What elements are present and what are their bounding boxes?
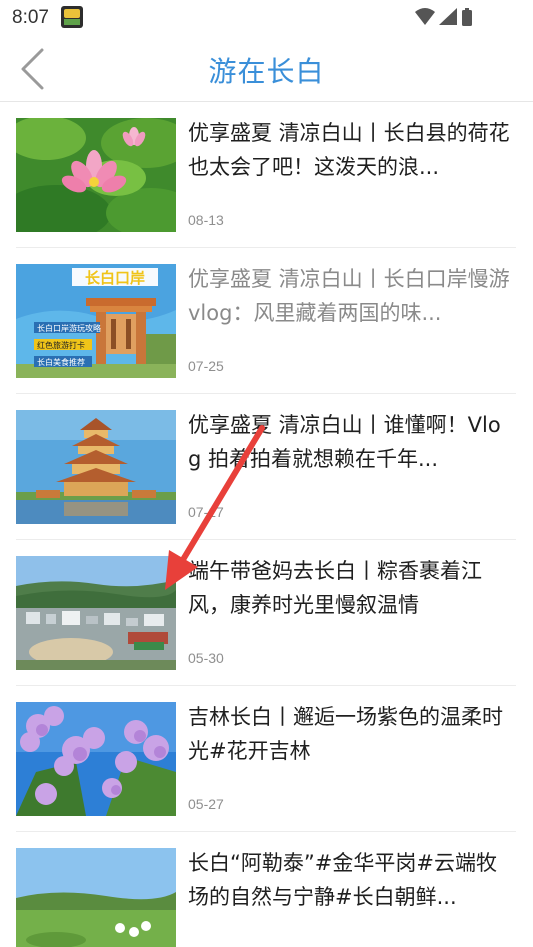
lilac-flower-photo (16, 702, 176, 816)
thumb-tag: 长白美食推荐 (37, 357, 85, 367)
game-app-icon (61, 6, 83, 28)
list-item[interactable]: 长白“阿勒泰”#金华平岗#云端牧场的自然与宁静#长白朝鲜... (16, 832, 516, 947)
pagoda-photo (16, 410, 176, 524)
article-date: 05-27 (188, 796, 224, 812)
status-bar: 8:07 (0, 0, 533, 36)
article-title: 优享盛夏 清凉白山丨长白口岸慢游 vlog：风里藏着两国的味... (188, 267, 510, 325)
article-date: 08-13 (188, 212, 224, 228)
article-title: 端午带爸妈去长白丨粽香裹着江风，康养时光里慢叙温情 (188, 559, 482, 617)
list-item[interactable]: 优享盛夏 清凉白山丨谁懂啊！Vlog 拍着拍着就想赖在千年... 07-17 (16, 394, 516, 540)
list-item[interactable]: 端午带爸妈去长白丨粽香裹着江风，康养时光里慢叙温情 05-30 (16, 540, 516, 686)
article-title: 吉林长白丨邂逅一场紫色的温柔时光#花开吉林 (188, 705, 503, 763)
list-item[interactable]: 长白口岸 长白口岸游玩攻略 红色旅游打卡 长白美食推荐 优享盛夏 清凉白山丨长白… (16, 248, 516, 394)
article-date: 07-17 (188, 504, 224, 520)
page-title: 游在长白 (208, 55, 325, 88)
article-title: 优享盛夏 清凉白山丨谁懂啊！Vlog 拍着拍着就想赖在千年... (188, 413, 501, 471)
battery-icon (462, 8, 472, 26)
app-header: 游在长白 (0, 36, 533, 102)
city-aerial-photo (16, 556, 176, 670)
thumb-headline: 长白口岸 (85, 269, 145, 287)
thumb-tag: 红色旅游打卡 (37, 340, 85, 350)
article-date: 07-25 (188, 358, 224, 374)
signal-icon (439, 8, 457, 25)
border-gate-photo: 长白口岸 长白口岸游玩攻略 红色旅游打卡 长白美食推荐 (16, 264, 176, 378)
list-item[interactable]: 优享盛夏 清凉白山丨长白县的荷花也太会了吧！这泼天的浪... 08-13 (16, 102, 516, 248)
wifi-icon (415, 8, 435, 25)
article-date: 05-30 (188, 650, 224, 666)
article-title: 长白“阿勒泰”#金华平岗#云端牧场的自然与宁静#长白朝鲜... (188, 851, 497, 909)
thumb-tag: 长白口岸游玩攻略 (37, 323, 101, 333)
lotus-flower-photo (16, 118, 176, 232)
list-item[interactable]: 吉林长白丨邂逅一场紫色的温柔时光#花开吉林 05-27 (16, 686, 516, 832)
meadow-photo (16, 848, 176, 947)
status-time: 8:07 (12, 7, 49, 28)
article-title: 优享盛夏 清凉白山丨长白县的荷花也太会了吧！这泼天的浪... (188, 121, 510, 179)
